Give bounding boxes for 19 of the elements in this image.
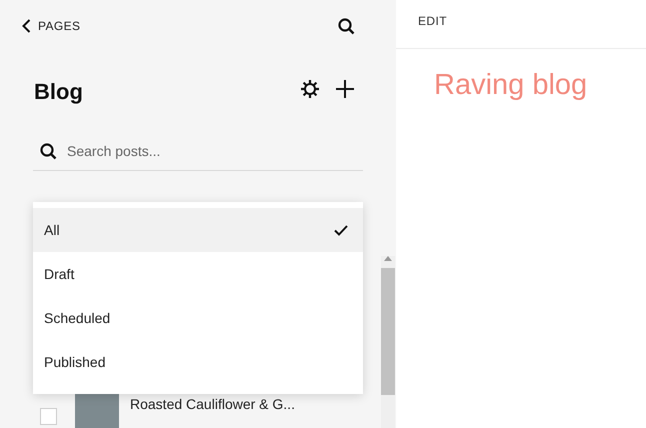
photo-placeholder	[75, 393, 119, 428]
chevron-left-icon	[22, 19, 31, 33]
site-title: Raving blog	[434, 69, 588, 102]
search-icon[interactable]	[338, 18, 355, 34]
back-button[interactable]: PAGES	[22, 19, 80, 33]
checkbox[interactable]	[40, 408, 57, 425]
blog-title: Blog	[34, 79, 83, 105]
menu-item[interactable]: Draft	[33, 252, 363, 296]
edit-label[interactable]: EDIT	[418, 14, 447, 28]
menu-item[interactable]: Published	[33, 340, 363, 384]
menu-item[interactable]: Scheduled	[33, 296, 363, 340]
search-field[interactable]: Search posts...	[65, 142, 319, 160]
add-icon[interactable]	[336, 80, 354, 98]
settings-icon[interactable]	[300, 79, 320, 99]
check-icon	[334, 224, 348, 236]
post-title[interactable]: Roasted Cauliflower & G...	[130, 396, 295, 412]
search-icon	[40, 142, 57, 160]
menu-item[interactable]: All	[33, 208, 363, 252]
scrollbar[interactable]	[381, 256, 395, 428]
